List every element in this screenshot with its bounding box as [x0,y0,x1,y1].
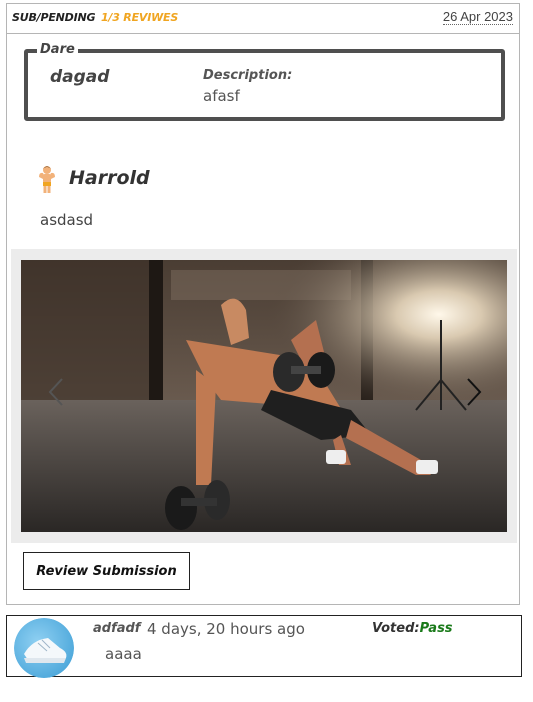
comment-text: aaaa [105,645,142,663]
card-header: SUB/PENDING 1/3 REVIWES 26 Apr 2023 [7,4,519,34]
vote-status: Voted:Pass [372,621,453,636]
review-count: 1/3 REVIWES [100,11,179,24]
submission-text: asdasd [40,211,94,229]
status-text: SUB/PENDING [12,11,96,24]
description-value: afasf [203,87,240,105]
vote-value: Pass [419,621,453,636]
submission-card: SUB/PENDING 1/3 REVIWES 26 Apr 2023 Dare… [6,3,520,605]
submission-status: SUB/PENDING 1/3 REVIWES [12,11,178,24]
description-label: Description: [203,68,293,83]
comment-author[interactable]: adfadf [93,621,140,636]
dare-panel: Dare dagad Description: afasf [24,43,505,121]
submitter-name[interactable]: Harrold [69,167,150,189]
submission-photo [21,260,507,532]
dare-legend: Dare [37,43,78,57]
chevron-left-icon[interactable] [47,377,65,407]
dare-name: dagad [50,67,110,87]
image-carousel[interactable] [11,249,517,543]
flexing-muscle-man-icon [39,166,55,193]
submission-date: 26 Apr 2023 [442,9,513,25]
review-submission-button[interactable]: Review Submission [23,552,190,590]
chevron-right-icon[interactable] [465,377,483,407]
comment-timestamp: 4 days, 20 hours ago [147,620,305,638]
avatar[interactable] [14,618,74,678]
vote-label: Voted: [372,621,420,636]
comment-item: adfadf 4 days, 20 hours ago aaaa Voted:P… [6,615,522,678]
